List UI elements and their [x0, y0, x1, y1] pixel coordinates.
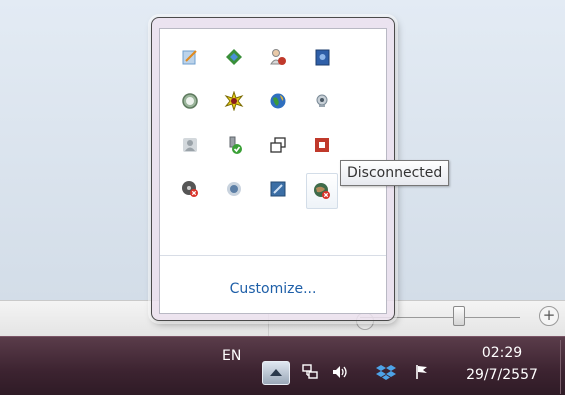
show-hidden-icons-button[interactable] — [262, 361, 290, 385]
language-indicator[interactable]: EN — [222, 348, 241, 364]
blue-book-icon[interactable] — [308, 43, 336, 71]
sun-burst-icon[interactable] — [220, 87, 248, 115]
disconnected-tooltip: Disconnected — [340, 160, 450, 186]
user-red-badge-icon[interactable] — [264, 43, 292, 71]
popup-separator — [160, 255, 386, 256]
overlapping-windows-icon[interactable] — [264, 131, 292, 159]
blue-circle-icon[interactable] — [220, 175, 248, 203]
volume-icon[interactable] — [330, 362, 350, 382]
customize-link[interactable]: Customize... — [160, 281, 386, 297]
globe-icon[interactable] — [264, 87, 292, 115]
pencil-notepad-icon[interactable] — [176, 43, 204, 71]
clock-time: 02:29 — [481, 345, 523, 361]
zoom-in-button[interactable]: + — [539, 306, 559, 326]
action-center-flag-icon[interactable] — [412, 362, 432, 382]
show-desktop-divider — [560, 340, 561, 394]
clock[interactable]: 02:29 29/7/2557 — [452, 342, 552, 386]
network-disconnected-icon[interactable] — [306, 173, 338, 209]
disc-error-icon[interactable] — [176, 175, 204, 203]
webcam-icon[interactable] — [308, 87, 336, 115]
clock-date: 29/7/2557 — [466, 367, 538, 383]
zoom-slider-thumb[interactable] — [453, 306, 465, 326]
network-icon[interactable] — [300, 362, 320, 382]
usb-check-icon[interactable] — [220, 131, 248, 159]
red-square-icon[interactable] — [308, 131, 336, 159]
gear-ring-icon[interactable] — [176, 87, 204, 115]
dropbox-icon[interactable] — [376, 362, 396, 382]
person-gray-icon[interactable] — [176, 131, 204, 159]
screen-blue-icon[interactable] — [264, 175, 292, 203]
green-blue-diamond-icon[interactable] — [220, 43, 248, 71]
